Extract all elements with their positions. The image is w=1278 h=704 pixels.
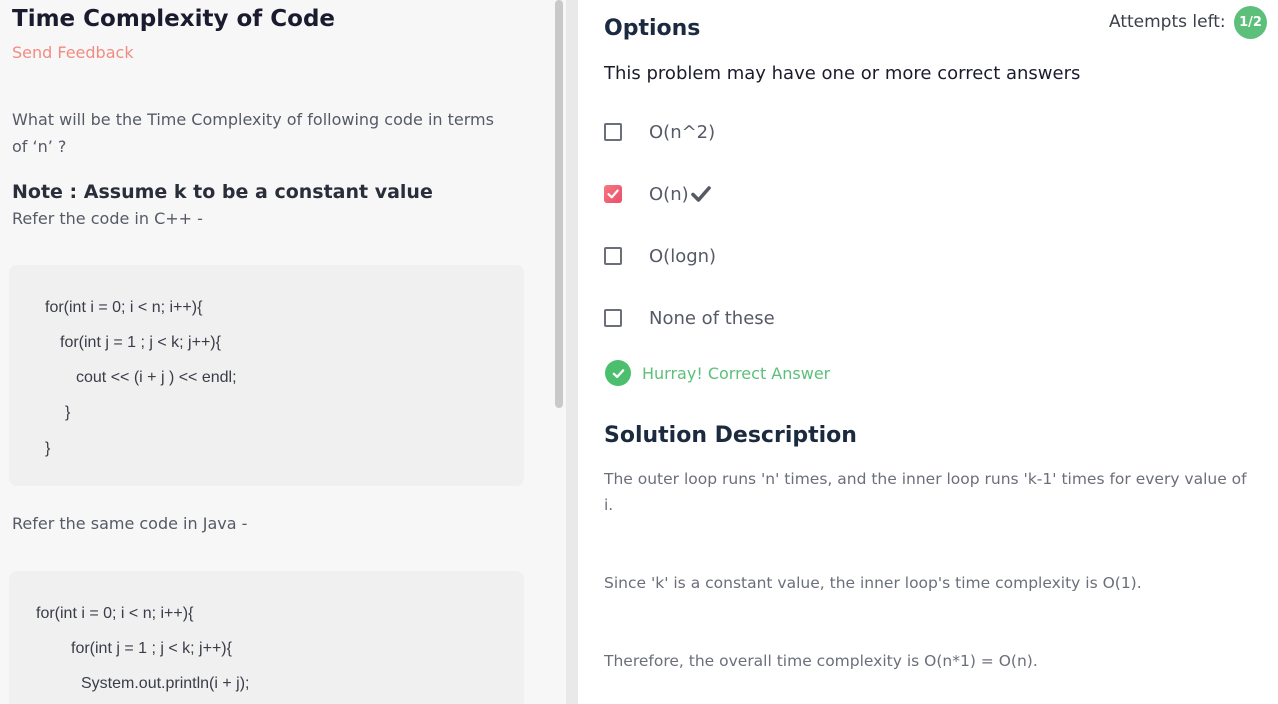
- checkbox[interactable]: [604, 247, 622, 265]
- send-feedback-link[interactable]: Send Feedback: [12, 43, 134, 62]
- option-n[interactable]: O(n): [604, 182, 711, 206]
- left-panel-scrollbar[interactable]: [555, 0, 563, 408]
- solution-paragraph: Since 'k' is a constant value, the inner…: [604, 574, 1142, 592]
- problem-title: Time Complexity of Code: [12, 6, 336, 32]
- option-label: O(n): [649, 183, 689, 205]
- refer-java-text: Refer the same code in Java -: [12, 514, 248, 533]
- refer-cpp-text: Refer the code in C++ -: [12, 209, 203, 228]
- option-n-squared[interactable]: O(n^2): [604, 120, 715, 144]
- attempts-label: Attempts left:: [1109, 12, 1226, 32]
- code-line: for(int i = 0; i < n; i++){: [45, 299, 203, 316]
- options-subtitle: This problem may have one or more correc…: [604, 63, 1081, 84]
- solution-title: Solution Description: [604, 423, 857, 448]
- cpp-code-block: for(int i = 0; i < n; i++){ for(int j = …: [9, 265, 524, 486]
- code-line: for(int j = 1 ; j < k; j++){: [60, 334, 221, 351]
- solution-paragraph: The outer loop runs 'n' times, and the i…: [604, 470, 1247, 514]
- checkbox-checked[interactable]: [604, 185, 622, 203]
- code-line: System.out.println(i + j);: [81, 675, 250, 692]
- check-circle-icon: [605, 360, 631, 386]
- panel-divider[interactable]: [566, 0, 578, 704]
- code-line: for(int j = 1 ; j < k; j++){: [71, 640, 232, 657]
- option-logn[interactable]: O(logn): [604, 244, 716, 268]
- problem-panel: Time Complexity of Code Send Feedback Wh…: [0, 0, 566, 704]
- checkbox[interactable]: [604, 123, 622, 141]
- solution-paragraph: Therefore, the overall time complexity i…: [604, 652, 1038, 670]
- checkbox[interactable]: [604, 309, 622, 327]
- result-text: Hurray! Correct Answer: [642, 363, 831, 383]
- option-label: O(logn): [649, 245, 717, 267]
- option-label: O(n^2): [649, 121, 716, 143]
- option-label: None of these: [649, 307, 775, 329]
- code-line: for(int i = 0; i < n; i++){: [36, 605, 194, 622]
- question-text: What will be the Time Complexity of foll…: [12, 110, 494, 156]
- attempts-badge: 1/2: [1234, 6, 1267, 39]
- result-message: Hurray! Correct Answer: [605, 360, 830, 386]
- java-code-block: for(int i = 0; i < n; i++){ for(int j = …: [9, 571, 524, 704]
- note-text: Note : Assume k to be a constant value: [12, 181, 433, 203]
- code-line: }: [45, 440, 51, 457]
- checkmark-icon: [607, 189, 619, 199]
- code-line: cout << (i + j ) << endl;: [76, 369, 237, 386]
- check-icon: [690, 186, 711, 202]
- code-line: }: [65, 404, 71, 421]
- options-title: Options: [604, 16, 701, 41]
- option-none[interactable]: None of these: [604, 306, 775, 330]
